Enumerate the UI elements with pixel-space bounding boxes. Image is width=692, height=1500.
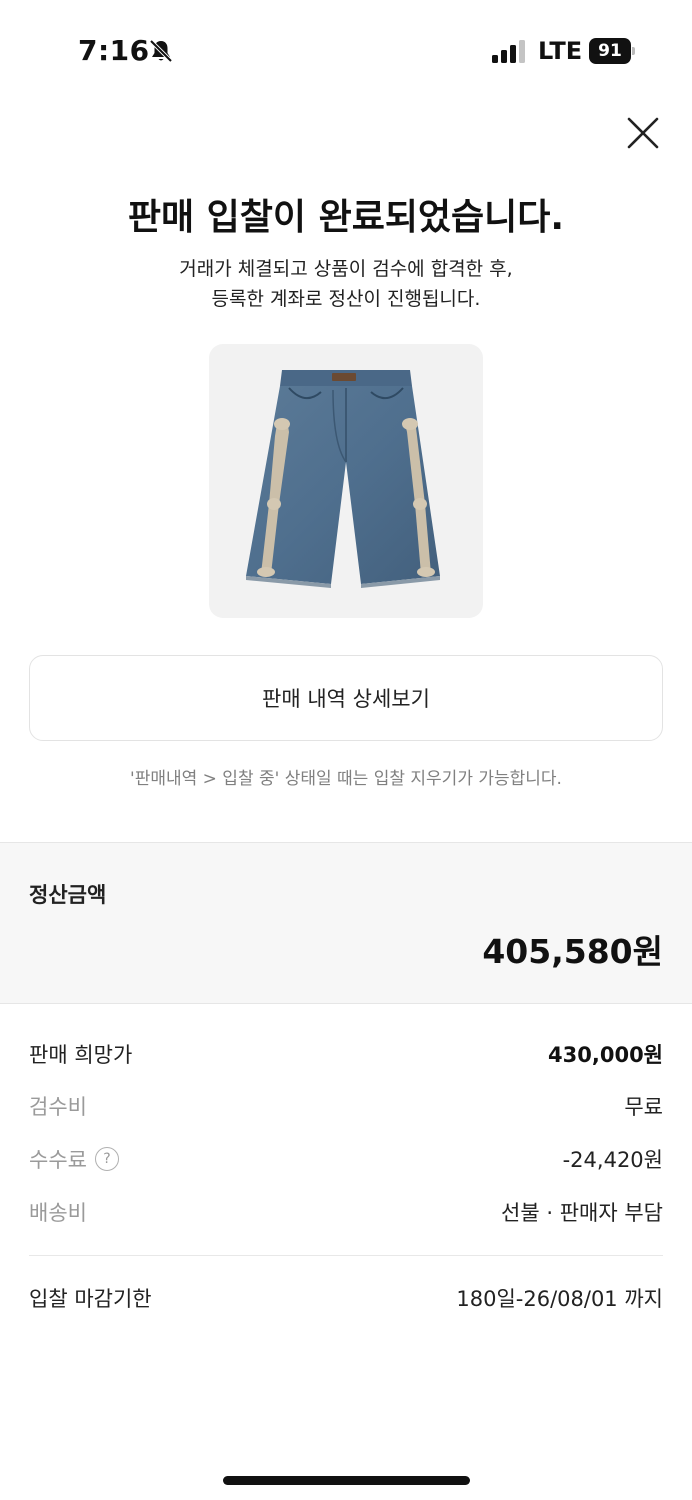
- sales-history-detail-button[interactable]: 판매 내역 상세보기: [29, 655, 663, 741]
- battery-cap: [632, 47, 635, 55]
- inspection-fee-label: 검수비: [29, 1095, 87, 1119]
- inspection-fee-value: 무료: [624, 1095, 663, 1119]
- desired-price-value: 430,000원: [548, 1043, 663, 1067]
- subtitle-line-1: 거래가 체결되고 상품이 검수에 합격한 후,: [179, 258, 513, 280]
- shipping-fee-value: 선불 · 판매자 부담: [501, 1201, 663, 1225]
- commission-row: 수수료 ? -24,420원: [29, 1139, 663, 1179]
- bell-slash-icon: [149, 39, 173, 63]
- commission-label-group: 수수료 ?: [29, 1144, 119, 1174]
- question-circle-icon[interactable]: ?: [94, 1147, 119, 1171]
- battery-body: 91: [589, 38, 631, 64]
- status-bar: 7:16 LTE 91: [0, 0, 692, 100]
- status-time: 7:16: [78, 34, 150, 67]
- commission-value: -24,420원: [562, 1148, 663, 1172]
- desired-price-row: 판매 희망가 430,000원: [29, 1034, 663, 1074]
- settlement-amount: 405,580원: [482, 932, 663, 971]
- close-icon[interactable]: [624, 114, 662, 152]
- page-subtitle: 거래가 체결되고 상품이 검수에 합격한 후, 등록한 계좌로 정산이 진행됩니…: [0, 254, 692, 314]
- desired-price-label: 판매 희망가: [29, 1043, 133, 1067]
- page-title: 판매 입찰이 완료되었습니다.: [127, 197, 565, 238]
- battery-level: 91: [598, 41, 622, 61]
- network-type: LTE: [538, 37, 583, 65]
- home-indicator[interactable]: [223, 1476, 470, 1485]
- bid-deadline-label: 입찰 마감기한: [29, 1287, 152, 1311]
- shipping-fee-row: 배송비 선불 · 판매자 부담: [29, 1192, 663, 1232]
- bid-deadline-row: 입찰 마감기한 180일-26/08/01 까지: [29, 1278, 663, 1318]
- settlement-label: 정산금액: [29, 883, 107, 907]
- battery-icon: 91: [589, 38, 635, 64]
- denim-shorts-image: [246, 370, 440, 588]
- inspection-fee-row: 검수비 무료: [29, 1086, 663, 1126]
- commission-label: 수수료: [29, 1148, 87, 1172]
- cellular-signal-icon: [492, 40, 525, 63]
- settlement-section: 정산금액 405,580원: [0, 842, 692, 1004]
- divider: [29, 1255, 663, 1256]
- bid-delete-notice: '판매내역 > 입찰 중' 상태일 때는 입찰 지우기가 가능합니다.: [130, 769, 562, 789]
- subtitle-line-2: 등록한 계좌로 정산이 진행됩니다.: [211, 288, 481, 310]
- shipping-fee-label: 배송비: [29, 1201, 87, 1225]
- bid-deadline-value: 180일-26/08/01 까지: [456, 1287, 663, 1311]
- product-image: [209, 344, 483, 618]
